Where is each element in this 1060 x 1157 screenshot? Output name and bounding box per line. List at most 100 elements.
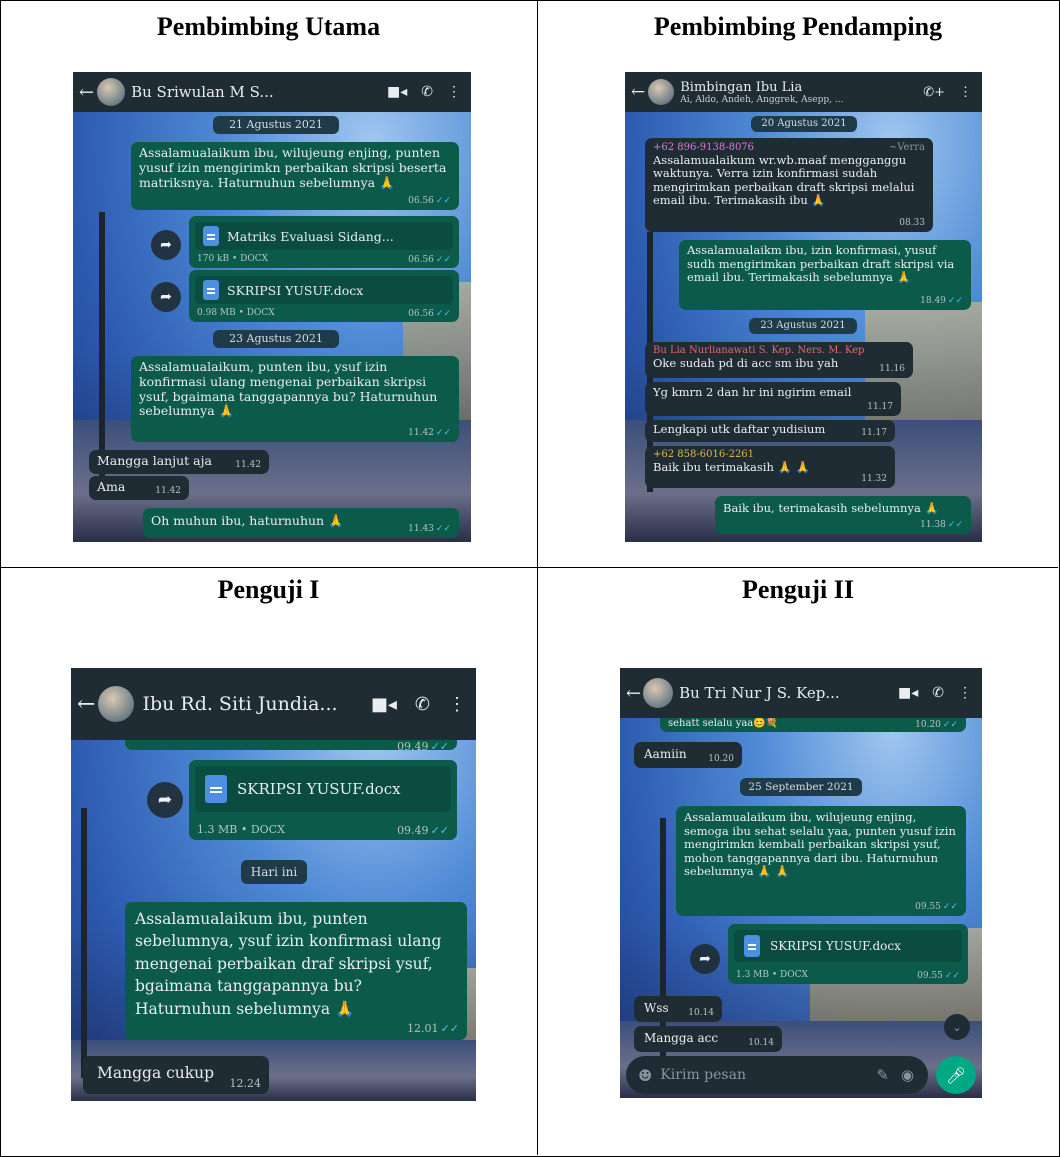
document-message[interactable]: SKRIPSI YUSUF.docx 1.3 MB • DOCX 09.55 ✓✓	[728, 924, 968, 984]
message-text: Assalamualaikum, punten ibu, ysuf izin k…	[139, 359, 438, 419]
add-call-icon[interactable]: ✆+	[923, 85, 945, 100]
forward-icon[interactable]: ➦	[147, 782, 183, 818]
message-time: 06.56	[408, 255, 434, 265]
chat-header: ← Ibu Rd. Siti Jundia... ■◂ ✆ ⋮	[71, 668, 476, 740]
message-incoming: Mangga cukup 12.24	[83, 1056, 269, 1094]
chat-screenshot-pembimbing-pendamping: ← Bimbingan Ibu Lia Ai, Aldo, Andeh, Ang…	[625, 72, 982, 542]
attach-icon[interactable]: ✎	[876, 1066, 889, 1084]
group-members: Ai, Aldo, Andeh, Anggrek, Asepp, ...	[680, 94, 844, 105]
message-text: Assalamualaikum ibu, punten sebelumnya, …	[135, 910, 442, 1018]
document-name: SKRIPSI YUSUF.docx	[237, 780, 401, 798]
message-time: 09.55	[915, 902, 941, 913]
more-options-icon[interactable]: ⋮	[958, 685, 972, 701]
message-incoming: Ama 11.42	[89, 476, 189, 500]
avatar[interactable]	[97, 78, 126, 106]
background-lamp-post	[99, 212, 105, 482]
read-ticks-icon: ✓✓	[942, 720, 958, 731]
document-message[interactable]: SKRIPSI YUSUF.docx 0.98 MB • DOCX 06.56 ✓…	[189, 270, 459, 322]
avatar[interactable]	[643, 678, 674, 708]
message-incoming: +62 858-6016-2261 Baik ibu terimakasih 🙏…	[645, 446, 895, 488]
contact-name[interactable]: Bu Sriwulan M S...	[131, 83, 387, 101]
mic-icon[interactable]: 🎤︎	[936, 1056, 976, 1094]
back-arrow-icon[interactable]: ←	[77, 692, 95, 717]
chat-screenshot-pembimbing-utama: ← Bu Sriwulan M S... ■◂ ✆ ⋮ 21 Agustus 2…	[73, 72, 471, 542]
message-incoming: Lengkapi utk daftar yudisium 11.17	[645, 420, 895, 442]
chat-header: ← Bu Tri Nur J S. Kep... ■◂ ✆ ⋮	[620, 668, 982, 718]
read-ticks-icon: ✓✓	[944, 971, 960, 981]
read-ticks-icon: ✓✓	[947, 520, 963, 531]
chat-header: ← Bimbingan Ibu Lia Ai, Aldo, Andeh, Ang…	[625, 72, 982, 112]
message-outgoing: Assalamualaikm ibu, izin konfirmasi, yus…	[679, 240, 971, 310]
document-message[interactable]: Matriks Evaluasi Sidang... 170 kB • DOCX…	[189, 216, 459, 268]
document-meta: 0.98 MB • DOCX	[197, 308, 275, 318]
message-text: Assalamualaikum wr.wb.maaf mengganggu wa…	[653, 152, 915, 208]
more-options-icon[interactable]: ⋮	[448, 694, 466, 715]
message-time: 06.56	[408, 196, 434, 207]
message-text: Baik ibu, terimakasih sebelumnya 🙏	[723, 501, 939, 515]
message-time: 08.33	[899, 218, 925, 229]
message-text: Wss	[644, 1001, 669, 1015]
forward-icon[interactable]: ➦	[151, 230, 181, 260]
group-title[interactable]: Bimbingan Ibu Lia Ai, Aldo, Andeh, Anggr…	[680, 80, 923, 105]
document-icon	[205, 775, 227, 803]
message-text: Oh muhun ibu, haturnuhun 🙏	[151, 513, 344, 528]
forward-icon[interactable]: ➦	[690, 944, 720, 974]
voice-call-icon[interactable]: ✆	[421, 84, 433, 100]
message-outgoing: Assalamualaikum ibu, punten sebelumnya, …	[125, 902, 467, 1040]
chat-screenshot-penguji-2: ← Bu Tri Nur J S. Kep... ■◂ ✆ ⋮ sehatt s…	[620, 668, 982, 1098]
scroll-down-icon[interactable]: ⌄	[944, 1014, 970, 1040]
message-text: Assalamualaikum ibu, wilujeung enjing, p…	[139, 145, 447, 190]
video-call-icon[interactable]: ■◂	[387, 84, 407, 100]
message-time: 12.01	[407, 1022, 439, 1036]
more-options-icon[interactable]: ⋮	[447, 84, 461, 100]
message-time: 10.20	[915, 720, 941, 731]
message-input[interactable]: ☻ Kirim pesan ✎ ◉	[626, 1056, 928, 1094]
message-time: 11.17	[867, 402, 893, 413]
more-options-icon[interactable]: ⋮	[959, 85, 972, 100]
chat-screenshot-penguji-1: ← Ibu Rd. Siti Jundia... ■◂ ✆ ⋮ 09.49 ✓✓ …	[71, 668, 476, 1101]
message-outgoing: Oh muhun ibu, haturnuhun 🙏 11.43 ✓✓	[143, 508, 459, 538]
emoji-icon[interactable]: ☻	[638, 1066, 652, 1085]
avatar[interactable]	[98, 686, 135, 722]
message-outgoing: Assalamualaikum ibu, wilujeung enjing, s…	[676, 806, 966, 916]
back-arrow-icon[interactable]: ←	[626, 683, 641, 704]
document-icon	[744, 935, 760, 957]
date-separator: Hari ini	[241, 860, 307, 884]
message-time: 12.24	[229, 1077, 262, 1091]
read-ticks-icon: ✓✓	[430, 740, 449, 754]
contact-name[interactable]: Bu Tri Nur J S. Kep...	[679, 684, 898, 702]
document-message[interactable]: SKRIPSI YUSUF.docx 1.3 MB • DOCX 09.49 ✓✓	[189, 760, 457, 840]
group-name: Bimbingan Ibu Lia	[680, 79, 803, 95]
read-ticks-icon: ✓✓	[435, 309, 451, 319]
date-separator: 21 Agustus 2021	[213, 116, 339, 134]
read-ticks-icon: ✓✓	[430, 824, 449, 837]
voice-call-icon[interactable]: ✆	[415, 694, 430, 715]
message-time: 11.42	[408, 428, 434, 439]
message-time: 10.20	[708, 754, 734, 765]
back-arrow-icon[interactable]: ←	[79, 82, 94, 103]
video-call-icon[interactable]: ■◂	[371, 694, 397, 715]
message-text: Aamiin	[644, 747, 687, 761]
document-name: SKRIPSI YUSUF.docx	[227, 282, 364, 298]
voice-call-icon[interactable]: ✆	[932, 685, 944, 701]
message-text: sehatt selalu yaa😊💐	[668, 718, 779, 729]
document-meta: 170 kB • DOCX	[197, 254, 269, 264]
message-time: 11.32	[861, 474, 887, 485]
table-divider-horizontal	[0, 567, 1058, 568]
avatar[interactable]	[648, 79, 675, 105]
message-time: 11.16	[879, 364, 905, 375]
message-outgoing: Baik ibu, terimakasih sebelumnya 🙏 11.38…	[715, 496, 971, 534]
read-ticks-icon: ✓✓	[440, 1022, 459, 1036]
message-text: Baik ibu terimakasih 🙏 🙏	[653, 459, 810, 474]
contact-name[interactable]: Ibu Rd. Siti Jundia...	[142, 693, 370, 715]
video-call-icon[interactable]: ■◂	[898, 685, 918, 701]
read-ticks-icon: ✓✓	[947, 296, 963, 307]
document-name: SKRIPSI YUSUF.docx	[770, 939, 901, 953]
message-time: 11.42	[155, 486, 181, 497]
back-arrow-icon[interactable]: ←	[631, 82, 645, 102]
camera-icon[interactable]: ◉	[901, 1066, 914, 1084]
forward-icon[interactable]: ➦	[151, 282, 181, 312]
message-text: Ama	[97, 479, 126, 494]
message-time: 11.43	[408, 524, 434, 535]
message-time: 10.14	[748, 1038, 774, 1049]
